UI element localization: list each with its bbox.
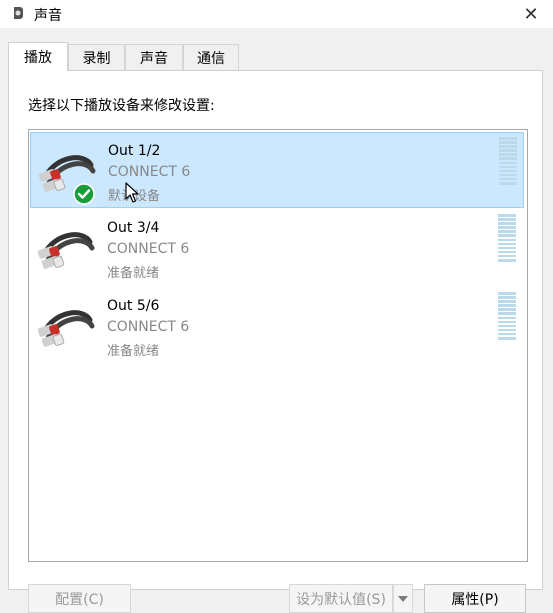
- volume-meter: [498, 214, 516, 262]
- rca-cable-icon: [37, 232, 95, 269]
- device-item-out-1-2[interactable]: Out 1/2 CONNECT 6 默认设备: [30, 132, 524, 208]
- volume-meter: [499, 137, 517, 185]
- tab-label: 通信: [197, 50, 225, 67]
- mouse-cursor-icon: [125, 182, 139, 203]
- device-status: 准备就绪: [107, 266, 160, 281]
- set-default-button[interactable]: 设为默认值(S): [289, 584, 393, 613]
- tab-playback[interactable]: 播放: [8, 42, 68, 71]
- device-subtitle: CONNECT 6: [107, 319, 190, 335]
- properties-button[interactable]: 属性(P): [424, 584, 526, 613]
- tab-recording[interactable]: 录制: [68, 44, 125, 70]
- chevron-down-icon: [398, 595, 408, 602]
- playback-panel: 选择以下播放设备来修改设置: Out 1/2 CONNECT 6 默认设备: [8, 70, 543, 590]
- title-bar: 声音 ✕: [0, 0, 553, 28]
- tab-label: 声音: [140, 50, 168, 67]
- rca-cable-icon: [37, 310, 95, 347]
- close-icon: ✕: [523, 3, 539, 25]
- device-name: Out 1/2: [108, 143, 161, 159]
- tab-sounds[interactable]: 声音: [125, 44, 183, 70]
- button-row: 配置(C) 设为默认值(S) 属性(P): [0, 584, 553, 613]
- device-item-out-5-6[interactable]: Out 5/6 CONNECT 6 准备就绪: [30, 288, 524, 364]
- instruction-text: 选择以下播放设备来修改设置:: [28, 98, 215, 114]
- window-title: 声音: [34, 8, 62, 24]
- properties-label: 属性(P): [451, 591, 499, 608]
- speaker-app-icon: [14, 7, 23, 19]
- device-subtitle: CONNECT 6: [108, 164, 191, 180]
- default-check-icon: [73, 183, 95, 205]
- set-default-label: 设为默认值(S): [296, 591, 386, 608]
- device-item-out-3-4[interactable]: Out 3/4 CONNECT 6 准备就绪: [30, 210, 524, 286]
- close-button[interactable]: ✕: [519, 2, 543, 26]
- set-default-dropdown[interactable]: [393, 584, 413, 613]
- configure-button[interactable]: 配置(C): [28, 584, 131, 613]
- tab-communications[interactable]: 通信: [183, 44, 239, 70]
- volume-meter: [498, 292, 516, 340]
- tab-label: 录制: [82, 50, 111, 67]
- device-subtitle: CONNECT 6: [107, 241, 190, 257]
- device-status: 准备就绪: [107, 344, 160, 359]
- tab-label: 播放: [24, 50, 52, 66]
- configure-label: 配置(C): [55, 591, 104, 608]
- device-name: Out 5/6: [107, 298, 160, 314]
- device-name: Out 3/4: [107, 220, 160, 236]
- device-list[interactable]: Out 1/2 CONNECT 6 默认设备 Out 3/4 CONNECT 6…: [28, 129, 528, 562]
